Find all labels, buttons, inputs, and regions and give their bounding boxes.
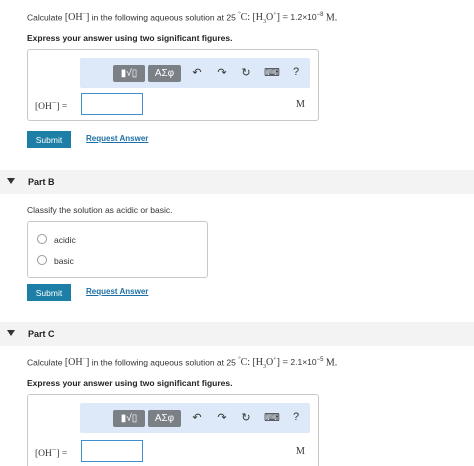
oh-answer-input[interactable] <box>81 93 143 115</box>
help-icon[interactable]: ? <box>289 66 303 78</box>
math-toolbar: ▮√▯ ΑΣφ ↶ ↷ ↻ ⌨ ? <box>80 58 310 88</box>
greek-symbols-button[interactable]: ΑΣφ <box>148 410 181 427</box>
math-toolbar: ▮√▯ ΑΣφ ↶ ↷ ↻ ⌨ ? <box>80 403 310 433</box>
part-b-request-answer-link[interactable]: Request Answer <box>86 287 148 296</box>
help-icon[interactable]: ? <box>289 411 303 423</box>
option-acidic-label[interactable]: acidic <box>54 235 76 245</box>
part-a-instruction: Express your answer using two significan… <box>27 33 233 43</box>
keyboard-icon[interactable]: ⌨ <box>264 411 280 424</box>
part-b-prompt: Classify the solution as acidic or basic… <box>27 205 173 215</box>
part-c-instruction: Express your answer using two significan… <box>27 378 233 388</box>
part-c-answer-box: ▮√▯ ΑΣφ ↶ ↷ ↻ ⌨ ? [OH−] = M <box>27 394 319 466</box>
option-basic-label[interactable]: basic <box>54 256 74 266</box>
greek-symbols-button[interactable]: ΑΣφ <box>148 65 181 82</box>
templates-button[interactable]: ▮√▯ <box>113 65 145 82</box>
radio-basic[interactable] <box>37 255 47 265</box>
redo-icon[interactable]: ↷ <box>215 66 229 79</box>
part-c-question: Calculate [OH−] in the following aqueous… <box>27 357 338 371</box>
redo-icon[interactable]: ↷ <box>215 411 229 424</box>
part-a-answer-box: ▮√▯ ΑΣφ ↶ ↷ ↻ ⌨ ? [OH−] = M <box>27 49 319 121</box>
collapse-triangle-icon <box>7 178 15 184</box>
oh-answer-input[interactable] <box>81 440 143 462</box>
answer-label: [OH−] = <box>35 98 68 113</box>
part-b-submit-button[interactable]: Submit <box>27 284 71 301</box>
classification-options: acidic basic <box>27 221 208 278</box>
part-a-request-answer-link[interactable]: Request Answer <box>86 134 148 143</box>
part-a-submit-button[interactable]: Submit <box>27 131 71 148</box>
undo-icon[interactable]: ↶ <box>190 66 204 79</box>
part-b-header[interactable]: Part B <box>0 170 474 194</box>
part-a-question: Calculate [OH−] in the following aqueous… <box>27 12 338 26</box>
templates-button[interactable]: ▮√▯ <box>113 410 145 427</box>
keyboard-icon[interactable]: ⌨ <box>264 66 280 79</box>
reset-icon[interactable]: ↻ <box>239 66 253 79</box>
radio-acidic[interactable] <box>37 234 47 244</box>
part-b-title: Part B <box>28 177 55 187</box>
reset-icon[interactable]: ↻ <box>239 411 253 424</box>
part-c-header[interactable]: Part C <box>0 322 474 346</box>
collapse-triangle-icon <box>7 330 15 336</box>
unit-label: M <box>296 99 305 110</box>
part-c-title: Part C <box>28 329 55 339</box>
undo-icon[interactable]: ↶ <box>190 411 204 424</box>
unit-label: M <box>296 446 305 457</box>
answer-label: [OH−] = <box>35 445 68 460</box>
